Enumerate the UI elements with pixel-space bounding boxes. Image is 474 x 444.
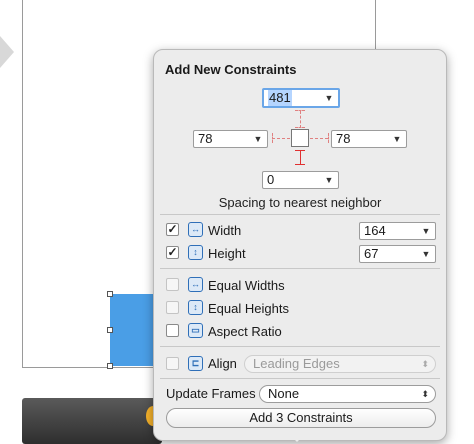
width-icon: ↔ [188, 222, 203, 237]
top-constraint-toggle[interactable] [300, 111, 301, 128]
chevron-down-icon[interactable]: ▼ [390, 131, 404, 147]
chevron-down-icon[interactable]: ▼ [419, 246, 433, 262]
height-icon: ↕ [188, 245, 203, 260]
height-label: Height [208, 246, 246, 261]
equal-widths-checkbox[interactable] [166, 278, 179, 291]
spacing-top-field[interactable]: 481 ▼ [262, 88, 340, 108]
resize-handle[interactable] [107, 363, 113, 369]
align-popup-value: Leading Edges [253, 356, 340, 371]
storyboard-entry-arrow [0, 36, 14, 68]
left-constraint-cap [272, 133, 273, 143]
spacing-left-field[interactable]: 78 ▼ [193, 130, 268, 148]
popover-arrow [287, 432, 307, 442]
aspect-ratio-label: Aspect Ratio [208, 324, 282, 339]
popup-arrows-icon: ⬍ [421, 389, 429, 399]
top-constraint-cap [295, 127, 305, 128]
spacing-bottom-value: 0 [267, 172, 275, 187]
align-checkbox[interactable] [166, 357, 179, 370]
equal-widths-label: Equal Widths [208, 278, 285, 293]
aspect-ratio-checkbox[interactable] [166, 324, 179, 337]
equal-heights-label: Equal Heights [208, 301, 289, 316]
bottom-constraint-cap [295, 164, 305, 165]
resize-handle[interactable] [107, 291, 113, 297]
canvas-toolbar [22, 398, 162, 444]
spacing-bottom-field[interactable]: 0 ▼ [262, 171, 339, 189]
constraint-center-box [291, 129, 309, 147]
align-icon: ⊏ [188, 356, 203, 371]
popover-title: Add New Constraints [165, 62, 297, 77]
equal-widths-icon: ↔ [188, 277, 203, 292]
resize-handle[interactable] [107, 327, 113, 333]
height-checkbox[interactable]: ✓ [166, 246, 179, 259]
width-value: 164 [364, 223, 386, 238]
chevron-down-icon[interactable]: ▼ [322, 172, 336, 188]
spacing-top-value: 481 [268, 90, 292, 106]
equal-heights-icon: ↕ [188, 300, 203, 315]
width-checkbox[interactable]: ✓ [166, 223, 179, 236]
popup-arrows-icon: ⬍ [421, 359, 429, 369]
update-frames-label: Update Frames [166, 386, 256, 401]
right-constraint-toggle[interactable] [310, 138, 328, 139]
aspect-ratio-icon: ▭ [188, 323, 203, 338]
height-value: 67 [364, 246, 379, 261]
align-label: Align [208, 356, 237, 371]
divider [160, 346, 440, 347]
spacing-left-value: 78 [198, 131, 213, 146]
chevron-down-icon[interactable]: ▼ [251, 131, 265, 147]
spacing-right-field[interactable]: 78 ▼ [331, 130, 407, 148]
equal-heights-checkbox[interactable] [166, 301, 179, 314]
spacing-right-value: 78 [336, 131, 351, 146]
chevron-down-icon[interactable]: ▼ [322, 90, 336, 106]
spacing-label: Spacing to nearest neighbor [218, 195, 382, 210]
selected-view[interactable] [110, 294, 156, 366]
height-field[interactable]: 67 ▼ [359, 245, 436, 263]
update-frames-popup[interactable]: None ⬍ [259, 385, 436, 403]
divider [160, 214, 440, 215]
align-popup[interactable]: Leading Edges ⬍ [244, 355, 436, 373]
bottom-constraint-toggle[interactable] [300, 150, 301, 164]
add-constraints-button[interactable]: Add 3 Constraints [166, 408, 436, 428]
chevron-down-icon[interactable]: ▼ [419, 223, 433, 239]
update-frames-value: None [268, 386, 300, 401]
divider [160, 268, 440, 269]
width-field[interactable]: 164 ▼ [359, 222, 436, 240]
divider [160, 378, 440, 379]
right-constraint-cap [328, 133, 329, 143]
left-constraint-toggle[interactable] [272, 138, 290, 139]
width-label: Width [208, 223, 242, 238]
